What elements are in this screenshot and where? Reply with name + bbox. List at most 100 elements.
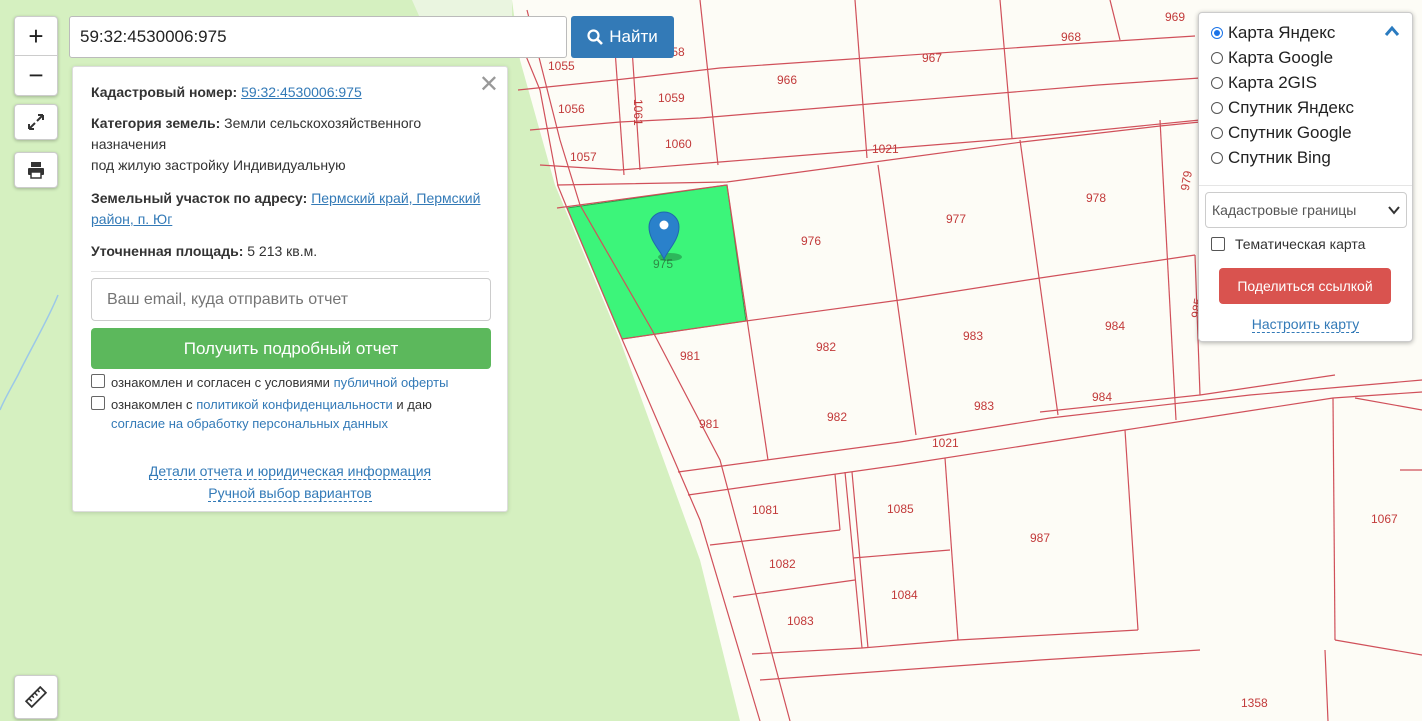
consent1-text: ознакомлен и согласен с условиями xyxy=(111,375,330,390)
parcel-label: 1021 xyxy=(872,142,899,156)
configure-map-link[interactable]: Настроить карту xyxy=(1251,316,1360,333)
parcel-label: 1085 xyxy=(887,502,914,516)
print-button[interactable] xyxy=(14,152,58,188)
parcel-label: 983 xyxy=(974,399,994,413)
parcel-label: 1084 xyxy=(891,588,918,602)
privacy-link[interactable]: политикой конфиденциальности xyxy=(196,397,393,412)
zoom-in-button[interactable]: + xyxy=(15,17,57,55)
thematic-checkbox[interactable] xyxy=(1211,237,1225,251)
parcel-label: 1067 xyxy=(1371,512,1398,526)
layer-option-label: Спутник Яндекс xyxy=(1228,98,1354,117)
layer-option-label: Карта 2GIS xyxy=(1228,73,1317,92)
parcel-info-panel: ✕ Кадастровый номер: 59:32:4530006:975 К… xyxy=(72,66,508,512)
parcel-label: 984 xyxy=(1092,390,1112,404)
privacy-checkbox[interactable] xyxy=(91,396,105,410)
layer-option-yandex-satellite[interactable]: Спутник Яндекс xyxy=(1211,97,1354,119)
zoom-out-button[interactable]: − xyxy=(15,55,57,94)
radio[interactable] xyxy=(1211,52,1223,64)
fullscreen-button[interactable] xyxy=(14,104,58,140)
parcel-label: 1083 xyxy=(787,614,814,628)
parcel-label: 987 xyxy=(1030,531,1050,545)
details-link-row: Детали отчета и юридическая информация xyxy=(73,463,507,480)
search-button-label: Найти xyxy=(609,27,658,46)
parcel-label: 978 xyxy=(1086,191,1106,205)
offer-checkbox[interactable] xyxy=(91,374,105,388)
parcel-label: 1358 xyxy=(1241,696,1268,710)
layer-option-label: Карта Яндекс xyxy=(1228,23,1336,42)
layer-option-label: Спутник Google xyxy=(1228,123,1352,142)
layer-option-google-satellite[interactable]: Спутник Google xyxy=(1211,122,1352,144)
parcel-label: 1057 xyxy=(570,150,597,164)
parcel-label: 1081 xyxy=(752,503,779,517)
layer-option-google-map[interactable]: Карта Google xyxy=(1211,47,1333,69)
layer-option-label: Карта Google xyxy=(1228,48,1334,67)
cadastral-number-link[interactable]: 59:32:4530006:975 xyxy=(241,84,362,100)
zoom-control: + − xyxy=(14,16,58,96)
parcel-label: 982 xyxy=(816,340,836,354)
parcel-label: 977 xyxy=(946,212,966,226)
parcel-label: 982 xyxy=(827,410,847,424)
parcel-label: 1082 xyxy=(769,557,796,571)
search-icon xyxy=(587,29,604,45)
parcel-label: 983 xyxy=(963,329,983,343)
parcel-label: 1055 xyxy=(548,59,575,73)
parcel-label: 967 xyxy=(922,51,942,65)
area-value: 5 213 кв.м. xyxy=(247,243,318,259)
map-layers-panel: Карта Яндекс Карта Google Карта 2GIS Спу… xyxy=(1198,12,1413,342)
divider xyxy=(1199,185,1412,186)
details-link[interactable]: Детали отчета и юридическая информация xyxy=(148,463,432,480)
category-row: Категория земель: Земли сельскохозяйстве… xyxy=(91,113,489,176)
overlay-select[interactable]: Кадастровые границы xyxy=(1205,192,1407,228)
ruler-icon xyxy=(25,686,47,708)
share-link-button[interactable]: Поделиться ссылкой xyxy=(1219,268,1391,304)
parcel-label: 966 xyxy=(777,73,797,87)
personal-data-link[interactable]: согласие на обработку персональных данны… xyxy=(111,416,388,431)
thematic-map-toggle[interactable]: Тематическая карта xyxy=(1211,236,1365,252)
manual-link-row: Ручной выбор вариантов xyxy=(73,485,507,502)
parcel-label: 1060 xyxy=(665,137,692,151)
radio[interactable] xyxy=(1211,102,1223,114)
ruler-button[interactable] xyxy=(14,675,58,719)
address-label: Земельный участок по адресу: xyxy=(91,190,308,206)
parcel-label: 969 xyxy=(1165,10,1185,24)
consent2-mid: и даю xyxy=(396,397,432,412)
cadastral-row: Кадастровый номер: 59:32:4530006:975 xyxy=(91,82,489,103)
overlay-select-value: Кадастровые границы xyxy=(1212,202,1357,218)
radio-selected[interactable] xyxy=(1211,27,1223,39)
parcel-label: 968 xyxy=(1061,30,1081,44)
email-field[interactable] xyxy=(91,278,491,321)
search-input[interactable] xyxy=(69,16,567,58)
configure-map-row: Настроить карту xyxy=(1199,316,1412,333)
offer-consent-row: ознакомлен и согласен с условиями публич… xyxy=(91,373,497,392)
search-button[interactable]: Найти xyxy=(571,16,674,58)
print-icon xyxy=(28,162,44,179)
usage-value: под жилую застройку Индивидуальную xyxy=(91,157,346,173)
parcel-label: 981 xyxy=(680,349,700,363)
divider xyxy=(91,271,489,272)
radio[interactable] xyxy=(1211,152,1223,164)
parcel-label: 976 xyxy=(801,234,821,248)
parcel-label: 1021 xyxy=(932,436,959,450)
fullscreen-icon xyxy=(28,114,44,130)
address-row: Земельный участок по адресу: Пермский кр… xyxy=(91,188,489,230)
area-row: Уточненная площадь: 5 213 кв.м. xyxy=(91,241,489,262)
chevron-down-icon xyxy=(1388,206,1400,215)
area-label: Уточненная площадь: xyxy=(91,243,244,259)
privacy-consent-row: ознакомлен с политикой конфиденциальност… xyxy=(91,395,497,433)
radio[interactable] xyxy=(1211,127,1223,139)
layer-option-bing-satellite[interactable]: Спутник Bing xyxy=(1211,147,1331,169)
category-label: Категория земель: xyxy=(91,115,221,131)
layer-option-yandex-map[interactable]: Карта Яндекс xyxy=(1211,22,1335,44)
layer-option-label: Спутник Bing xyxy=(1228,148,1331,167)
consent2-text: ознакомлен с xyxy=(111,397,193,412)
manual-select-link[interactable]: Ручной выбор вариантов xyxy=(208,485,372,502)
parcel-label: 1059 xyxy=(658,91,685,105)
offer-link[interactable]: публичной оферты xyxy=(334,375,449,390)
thematic-label: Тематическая карта xyxy=(1235,236,1366,252)
chevron-up-icon[interactable] xyxy=(1384,25,1400,37)
get-report-button[interactable]: Получить подробный отчет xyxy=(91,328,491,369)
radio[interactable] xyxy=(1211,77,1223,89)
parcel-label: 1061 xyxy=(631,99,645,126)
parcel-label: 1056 xyxy=(558,102,585,116)
layer-option-2gis-map[interactable]: Карта 2GIS xyxy=(1211,72,1317,94)
